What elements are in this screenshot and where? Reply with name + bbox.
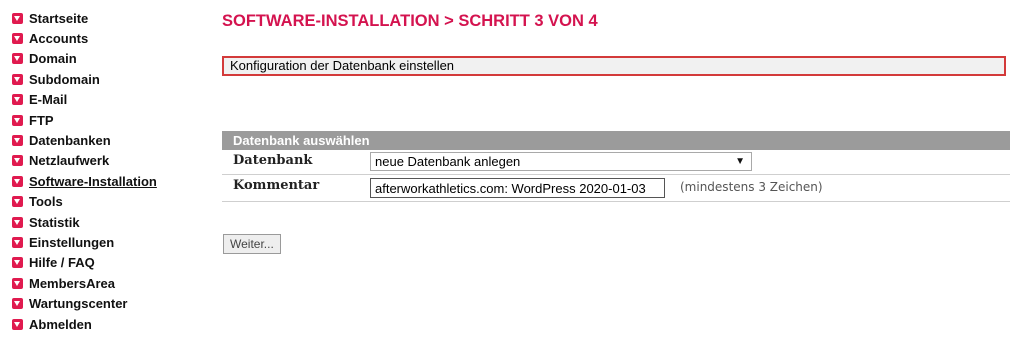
database-select[interactable]: neue Datenbank anlegen ▼ bbox=[370, 152, 752, 171]
nav-bullet-icon bbox=[12, 135, 23, 147]
comment-hint: (mindestens 3 Zeichen) bbox=[680, 180, 823, 194]
sidebar-item-label: MembersArea bbox=[29, 275, 115, 291]
database-label: Datenbank bbox=[233, 153, 313, 168]
dropdown-arrow-icon: ▼ bbox=[735, 156, 745, 167]
sidebar-item-label: Datenbanken bbox=[29, 133, 111, 149]
sidebar-item-label: FTP bbox=[29, 112, 54, 128]
sidebar-item-startseite[interactable]: Startseite bbox=[12, 8, 202, 28]
nav-bullet-icon bbox=[12, 53, 23, 65]
nav-bullet-icon bbox=[12, 94, 23, 106]
sidebar-item-email[interactable]: E-Mail bbox=[12, 90, 202, 110]
comment-label: Kommentar bbox=[233, 178, 320, 193]
sidebar-item-ftp[interactable]: FTP bbox=[12, 110, 202, 130]
nav-bullet-icon bbox=[12, 277, 23, 289]
sidebar-item-label: Wartungscenter bbox=[29, 296, 128, 312]
sidebar-item-accounts[interactable]: Accounts bbox=[12, 28, 202, 48]
next-button[interactable]: Weiter... bbox=[223, 234, 281, 254]
nav-bullet-icon bbox=[12, 155, 23, 167]
sidebar-item-abmelden[interactable]: Abmelden bbox=[12, 314, 202, 334]
nav-bullet-icon bbox=[12, 216, 23, 228]
sidebar-item-label: Subdomain bbox=[29, 71, 100, 87]
sidebar-item-software-installation[interactable]: Software-Installation bbox=[12, 171, 202, 191]
sidebar-item-label: Abmelden bbox=[29, 316, 92, 332]
sidebar-item-label: Netzlaufwerk bbox=[29, 153, 110, 169]
info-message-box: Konfiguration der Datenbank einstellen bbox=[222, 56, 1006, 76]
nav-bullet-icon bbox=[12, 114, 23, 126]
sidebar-nav: Startseite Accounts Domain Subdomain E-M… bbox=[12, 8, 202, 334]
sidebar-item-label: Accounts bbox=[29, 31, 89, 47]
sidebar-item-label: Tools bbox=[29, 194, 63, 210]
sidebar-item-einstellungen[interactable]: Einstellungen bbox=[12, 232, 202, 252]
sidebar-item-label: Einstellungen bbox=[29, 234, 115, 250]
sidebar-item-domain[interactable]: Domain bbox=[12, 49, 202, 69]
nav-bullet-icon bbox=[12, 236, 23, 248]
sidebar-item-membersarea[interactable]: MembersArea bbox=[12, 273, 202, 293]
sidebar-item-label: Startseite bbox=[29, 10, 89, 26]
nav-bullet-icon bbox=[12, 12, 23, 24]
section-header: Datenbank auswählen bbox=[222, 131, 1010, 150]
sidebar-item-label: E-Mail bbox=[29, 92, 68, 108]
sidebar-item-label: Software-Installation bbox=[29, 173, 157, 189]
sidebar-item-hilfe-faq[interactable]: Hilfe / FAQ bbox=[12, 253, 202, 273]
nav-bullet-icon bbox=[12, 33, 23, 45]
form-row-database: Datenbank neue Datenbank anlegen ▼ bbox=[222, 150, 1010, 175]
sidebar-item-label: Domain bbox=[29, 51, 77, 67]
nav-bullet-icon bbox=[12, 257, 23, 269]
nav-bullet-icon bbox=[12, 318, 23, 330]
sidebar-item-statistik[interactable]: Statistik bbox=[12, 212, 202, 232]
sidebar-item-datenbanken[interactable]: Datenbanken bbox=[12, 130, 202, 150]
nav-bullet-icon bbox=[12, 175, 23, 187]
sidebar-item-subdomain[interactable]: Subdomain bbox=[12, 69, 202, 89]
page-title: SOFTWARE-INSTALLATION > SCHRITT 3 VON 4 bbox=[222, 12, 598, 30]
nav-bullet-icon bbox=[12, 73, 23, 85]
sidebar-item-wartungscenter[interactable]: Wartungscenter bbox=[12, 293, 202, 313]
sidebar-item-netzlaufwerk[interactable]: Netzlaufwerk bbox=[12, 151, 202, 171]
comment-input[interactable] bbox=[370, 178, 665, 198]
database-select-value: neue Datenbank anlegen bbox=[375, 154, 521, 169]
nav-bullet-icon bbox=[12, 298, 23, 310]
sidebar-item-tools[interactable]: Tools bbox=[12, 192, 202, 212]
form-row-comment: Kommentar (mindestens 3 Zeichen) bbox=[222, 175, 1010, 202]
sidebar-item-label: Hilfe / FAQ bbox=[29, 255, 95, 271]
nav-bullet-icon bbox=[12, 196, 23, 208]
sidebar-item-label: Statistik bbox=[29, 214, 80, 230]
